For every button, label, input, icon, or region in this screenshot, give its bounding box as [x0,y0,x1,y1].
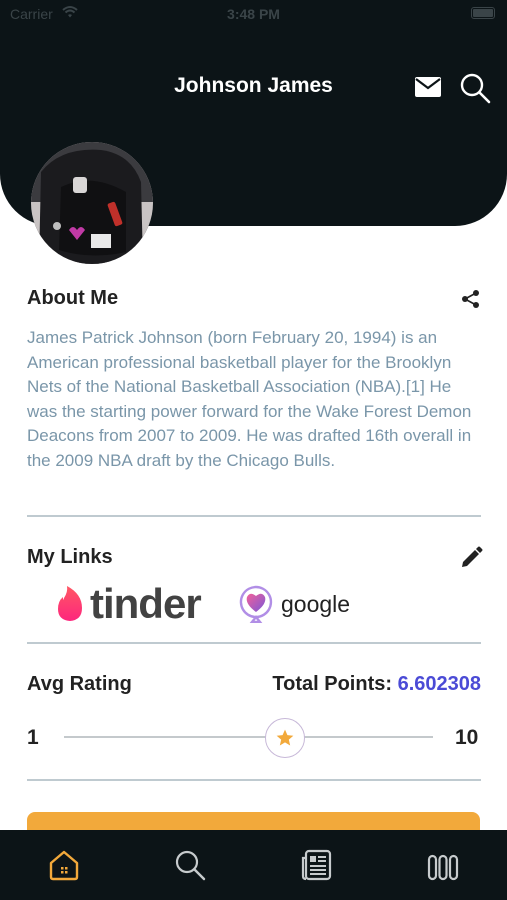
about-me-heading: About Me [27,287,119,309]
tinder-label: tinder [90,580,202,627]
my-links-heading: My Links [27,546,113,568]
star-icon [277,729,294,746]
avg-rating-heading: Avg Rating [27,673,132,695]
slider-min-label: 1 [27,726,39,749]
edit-icon[interactable] [459,546,483,570]
tab-bar [0,830,507,900]
status-bar: Carrier 3:48 PM [0,0,507,28]
rating-slider-track[interactable] [64,736,433,738]
status-time: 3:48 PM [227,6,280,22]
divider [27,515,481,517]
battery-icon [471,7,495,19]
heart-pin-icon [239,585,273,623]
mail-icon[interactable] [414,76,442,98]
share-icon[interactable] [461,289,481,309]
divider [27,642,481,644]
total-points-value: 6.602308 [397,673,481,695]
google-link[interactable]: google [239,584,350,624]
avatar[interactable] [31,142,153,264]
search-icon[interactable] [173,848,207,882]
news-icon[interactable] [300,848,334,882]
slider-max-label: 10 [455,726,479,749]
total-points-label: Total Points: [272,673,393,695]
tinder-flame-icon [58,586,82,621]
avatar-image [31,142,153,264]
about-me-text: James Patrick Johnson (born February 20,… [27,328,472,470]
stats-icon[interactable] [426,848,460,882]
divider [27,779,481,781]
total-points: Total Points: 6.602308 [272,673,481,696]
rating-slider-thumb[interactable] [265,718,306,758]
google-label: google [281,590,351,617]
search-icon[interactable] [459,72,491,104]
home-icon[interactable] [47,848,81,882]
tinder-link[interactable]: tinder [54,580,202,627]
